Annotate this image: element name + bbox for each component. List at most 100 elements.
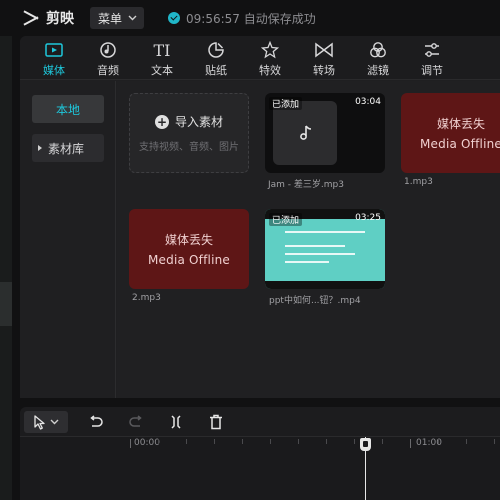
thumbnail-text-line (285, 231, 365, 233)
timeline-panel: 00:00 01:00 (20, 407, 500, 500)
tab-label: 媒体 (43, 64, 65, 77)
media-grid: + 导入素材 支持视频、音频、图片 已添加 03:04 Jam - 差三岁.mp… (117, 81, 500, 398)
effects-icon (260, 40, 280, 60)
duration-label: 03:25 (355, 213, 381, 223)
thumbnail-text-line (285, 261, 329, 263)
tab-label: 音频 (97, 64, 119, 77)
tab-label: 文本 (151, 64, 173, 77)
tab-label: 特效 (259, 64, 281, 77)
timecode-start: 00:00 (134, 438, 160, 448)
offline-label-cn: 媒体丢失 (164, 233, 213, 247)
music-note-icon (300, 125, 312, 140)
ruler-tick (382, 439, 383, 444)
tab-filter[interactable]: 滤镜 (356, 40, 400, 80)
split-button[interactable] (166, 411, 186, 433)
media-panel: 媒体 音频 TI 文本 贴纸 特效 转场 滤镜 调节 本地 素材库 + 导入素材… (20, 36, 500, 398)
thumbnail-text-line (285, 253, 355, 255)
audio-icon (98, 40, 118, 60)
app-window: 剪映 菜单 09:56:57 自动保存成功 媒体 音频 TI 文本 贴纸 特效 … (0, 0, 500, 500)
import-hint: 支持视频、音频、图片 (139, 142, 239, 153)
media-caption: Jam - 差三岁.mp3 (268, 180, 344, 190)
thumbnail-bottom-band (265, 281, 385, 289)
transition-icon (314, 40, 334, 60)
redo-button[interactable] (126, 411, 146, 433)
plus-icon: + (154, 114, 169, 129)
ruler-tick (326, 439, 327, 444)
audio-thumbnail (273, 101, 337, 165)
offline-label-en: Media Offline (147, 253, 230, 267)
sidebar-item-library[interactable]: 素材库 (32, 134, 104, 162)
ruler-tick (438, 439, 439, 444)
category-toolbar: 媒体 音频 TI 文本 贴纸 特效 转场 滤镜 调节 (20, 36, 500, 80)
caret-right-icon (38, 145, 42, 151)
media-caption: ppt中如何...钮？.mp4 (269, 296, 361, 306)
added-badge: 已添加 (269, 213, 303, 226)
sticker-icon (206, 40, 226, 60)
ruler-tick (158, 439, 159, 444)
ruler-tick (214, 439, 215, 444)
tab-transition[interactable]: 转场 (302, 40, 346, 80)
background-window-mark (0, 282, 12, 326)
chevron-down-icon (50, 419, 59, 425)
playhead-handle[interactable] (360, 438, 371, 451)
check-icon (168, 12, 181, 24)
split-icon (171, 415, 181, 429)
tab-effects[interactable]: 特效 (248, 40, 292, 80)
menu-button[interactable]: 菜单 (90, 7, 145, 29)
select-tool-dropdown[interactable] (24, 411, 68, 433)
cursor-icon (34, 414, 45, 430)
autosave-status: 09:56:57 自动保存成功 (168, 10, 316, 27)
thumbnail-text-line (285, 245, 345, 247)
sidebar-item-label: 素材库 (48, 141, 85, 156)
media-caption: 1.mp3 (404, 177, 433, 187)
tab-media[interactable]: 媒体 (32, 40, 76, 80)
tab-label: 滤镜 (367, 64, 389, 77)
background-window-edge (0, 36, 12, 500)
ruler-tick (186, 439, 187, 444)
import-media-button[interactable]: + 导入素材 支持视频、音频、图片 (129, 93, 249, 173)
tab-label: 转场 (313, 64, 335, 77)
undo-button[interactable] (86, 411, 106, 433)
app-logo: 剪映 (20, 8, 74, 28)
menu-label: 菜单 (98, 11, 123, 26)
media-item-offline[interactable]: 媒体丢失 Media Offline (129, 209, 249, 289)
tab-adjust[interactable]: 调节 (410, 40, 454, 80)
autosave-text: 09:56:57 自动保存成功 (186, 11, 316, 26)
offline-label-cn: 媒体丢失 (436, 117, 485, 131)
timeline-ruler[interactable]: 00:00 01:00 (20, 437, 500, 500)
filter-icon (368, 40, 388, 60)
tab-audio[interactable]: 音频 (86, 40, 130, 80)
tab-text[interactable]: TI 文本 (140, 40, 184, 80)
media-item-video[interactable]: 已添加 03:25 (265, 209, 385, 289)
tab-label: 调节 (421, 64, 443, 77)
trash-icon (210, 414, 222, 430)
ruler-tick (130, 439, 131, 448)
ruler-tick (354, 439, 355, 444)
tab-label: 贴纸 (205, 64, 227, 77)
delete-button[interactable] (206, 411, 226, 433)
text-icon: TI (153, 40, 171, 60)
app-name: 剪映 (46, 11, 74, 27)
tab-sticker[interactable]: 贴纸 (194, 40, 238, 80)
ruler-tick (270, 439, 271, 444)
offline-label-en: Media Offline (419, 137, 500, 151)
top-bar: 剪映 菜单 09:56:57 自动保存成功 (0, 0, 500, 36)
timeline-toolbar (20, 407, 500, 437)
media-item-offline[interactable]: 媒体丢失 Media Offline (401, 93, 500, 173)
logo-icon (20, 10, 42, 26)
media-caption: 2.mp3 (132, 293, 161, 303)
redo-icon (129, 415, 142, 427)
ruler-tick (494, 439, 495, 444)
import-label: 导入素材 (174, 115, 223, 129)
added-badge: 已添加 (269, 97, 303, 110)
ruler-tick (410, 439, 411, 448)
media-item-audio[interactable]: 已添加 03:04 (265, 93, 385, 173)
media-sidebar: 本地 素材库 (20, 81, 116, 398)
ruler-tick (466, 439, 467, 444)
undo-icon (90, 415, 103, 427)
sidebar-item-local[interactable]: 本地 (32, 95, 104, 123)
ruler-tick (298, 439, 299, 444)
duration-label: 03:04 (355, 97, 381, 107)
adjust-icon (422, 40, 442, 60)
ruler-tick (242, 439, 243, 444)
